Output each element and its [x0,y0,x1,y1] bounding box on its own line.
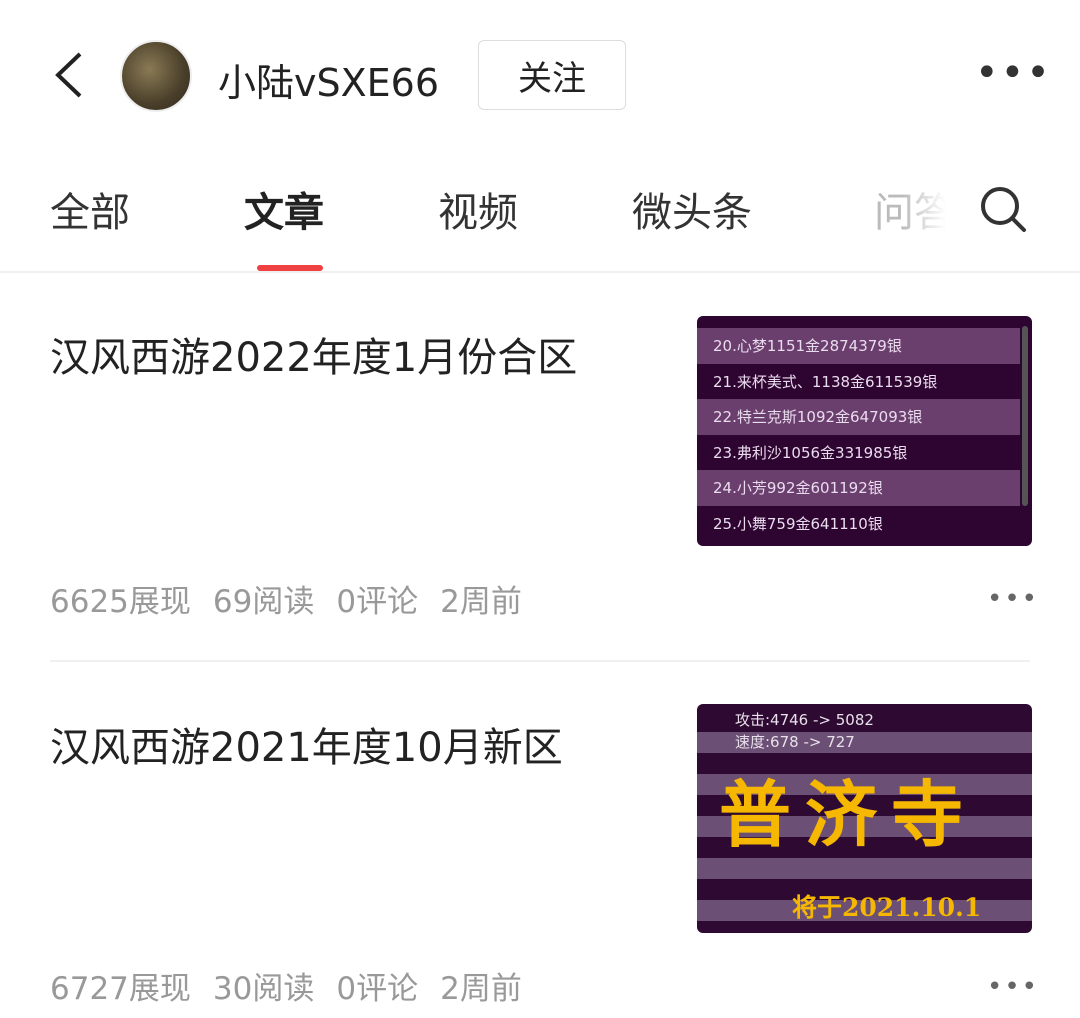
thumb-row: 21.来杯美式、1138金611539银 [713,372,938,391]
thumb-row: 20.心梦1151金2874379银 [697,328,1020,364]
username[interactable]: 小陆vSXE66 [218,52,439,107]
tab-micro-headlines[interactable]: 微头条 [632,180,752,238]
article-stats: 6625展现 69阅读 0评论 2周前 [50,576,544,621]
article-more-icon[interactable]: ••• [987,584,1039,614]
divider [50,660,1030,662]
search-icon[interactable] [978,184,1028,234]
thumb-line: 速度:678 -> 727 [735,733,855,751]
article-more-icon[interactable]: ••• [987,972,1039,1002]
tab-all[interactable]: 全部 [50,180,130,238]
thumb-row: 24.小芳992金601192银 [697,470,1020,506]
tab-articles[interactable]: 文章 [244,180,324,238]
publish-time: 2周前 [440,584,522,620]
divider [0,271,1080,273]
thumb-row: 25.小舞759金641110银 [713,514,883,533]
publish-time: 2周前 [440,971,522,1007]
comments-count: 0评论 [336,971,419,1007]
avatar[interactable] [120,40,192,112]
article-thumbnail[interactable]: 攻击:4746 -> 5082 速度:678 -> 727 普济寺 将于2021… [697,704,1032,933]
views-count: 6625展现 [50,584,191,620]
views-count: 6727展现 [50,971,191,1007]
thumb-date: 将于2021.10.1 [792,893,982,922]
tab-qa[interactable]: 问答 [874,180,946,238]
article-stats: 6727展现 30阅读 0评论 2周前 [50,963,544,1008]
thumb-headline: 普济寺 [719,772,978,857]
article-title[interactable]: 汉风西游2021年度10月新区 [50,715,563,773]
article-title[interactable]: 汉风西游2022年度1月份合区 [50,325,577,383]
thumb-row: 23.弗利沙1056金331985银 [713,443,908,462]
thumb-row: 22.特兰克斯1092金647093银 [697,399,1020,435]
back-arrow-icon[interactable] [50,50,90,100]
reads-count: 30阅读 [212,971,315,1007]
comments-count: 0评论 [336,584,419,620]
thumb-line: 攻击:4746 -> 5082 [735,711,874,729]
more-icon[interactable]: ••• [975,50,1052,96]
article-thumbnail[interactable]: 20.心梦1151金2874379银 21.来杯美式、1138金611539银 … [697,316,1032,546]
tab-videos[interactable]: 视频 [438,180,518,238]
follow-button[interactable]: 关注 [478,40,626,110]
reads-count: 69阅读 [212,584,315,620]
